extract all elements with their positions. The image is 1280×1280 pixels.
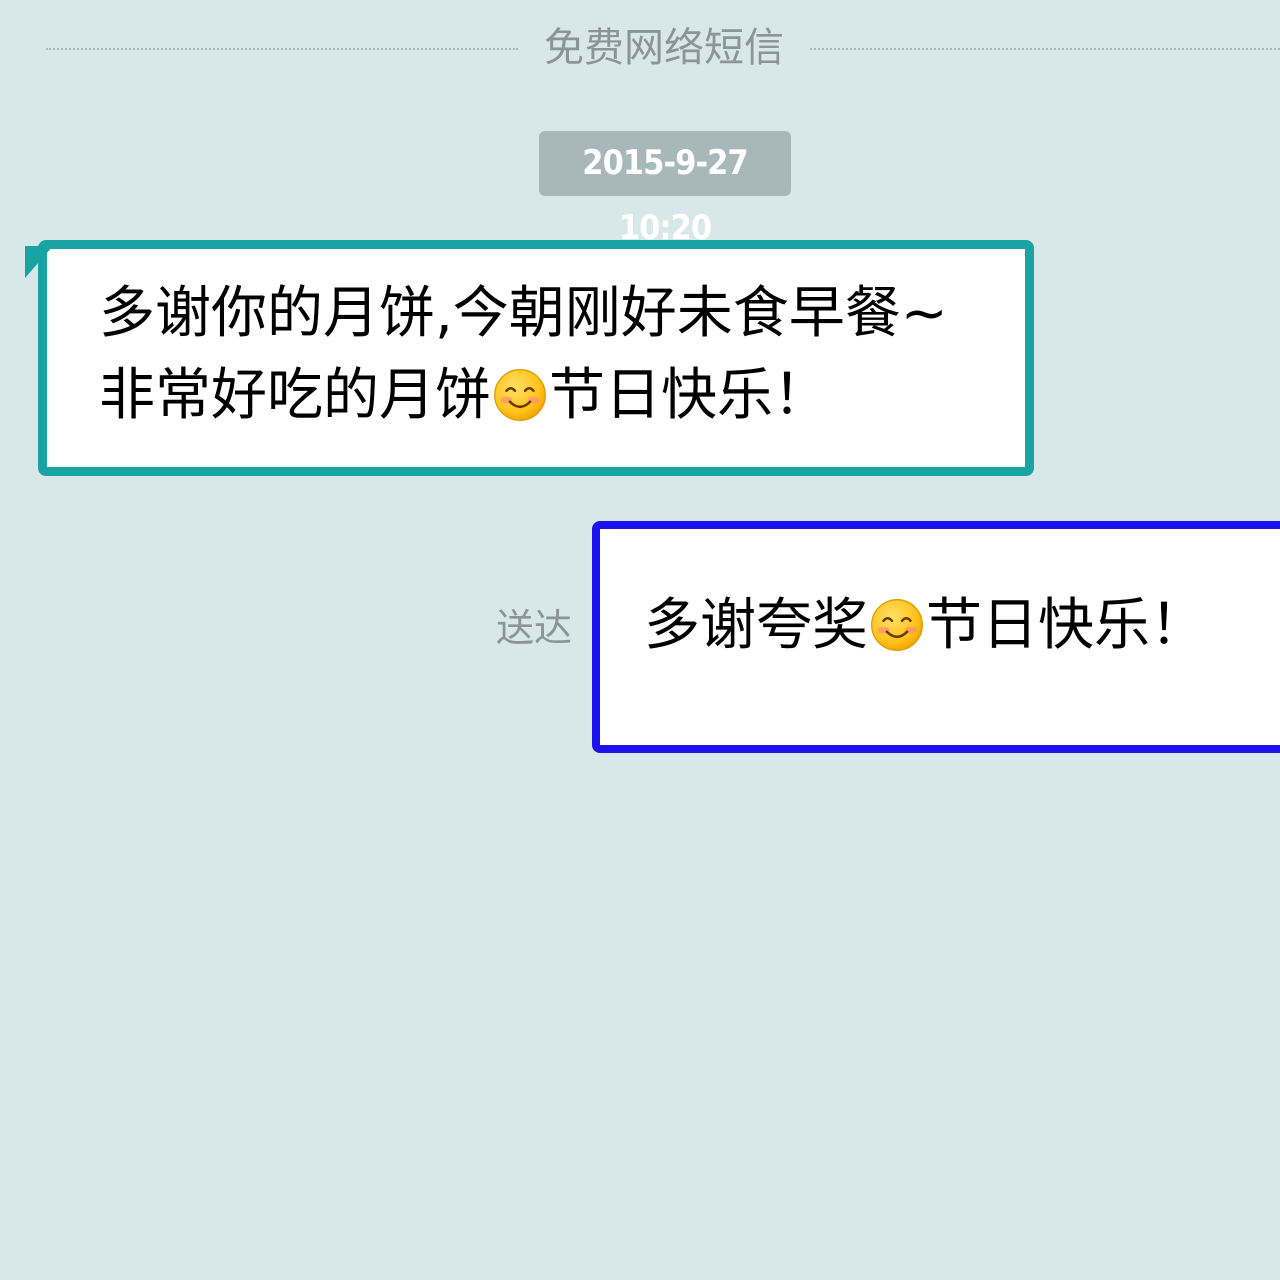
incoming-message-text: 多谢你的月饼,今朝刚好未食早餐~ 非常好吃的月饼 节日快乐！	[99, 273, 999, 437]
timestamp-badge: 2015-9-27 10:20	[539, 131, 791, 248]
incoming-message-line-2-end: 节日快乐！	[549, 363, 829, 428]
bubble-tail	[25, 246, 53, 278]
outgoing-message-end: 节日快乐！	[926, 593, 1206, 658]
outgoing-message-start: 多谢夸奖	[644, 593, 868, 658]
header-divider: 免费网络短信	[0, 20, 1280, 76]
outgoing-message-bubble[interactable]: 多谢夸奖 节日快乐！	[592, 521, 1280, 753]
incoming-message-line-2-start: 非常好吃的月饼	[99, 363, 491, 428]
divider-line-left	[46, 48, 518, 50]
incoming-message-bubble[interactable]: 多谢你的月饼,今朝刚好未食早餐~ 非常好吃的月饼 节日快乐！	[25, 240, 1034, 476]
smiling-face-icon	[871, 599, 923, 651]
incoming-message-line-1: 多谢你的月饼,今朝刚好未食早餐~	[99, 281, 948, 346]
incoming-message-line-2: 非常好吃的月饼 节日快乐！	[99, 355, 999, 437]
divider-line-right	[810, 48, 1280, 50]
outgoing-message-text: 多谢夸奖 节日快乐！	[644, 585, 1264, 667]
delivery-status: 送达	[496, 606, 573, 650]
smiling-face-icon	[494, 369, 546, 421]
header-title: 免费网络短信	[544, 25, 784, 71]
